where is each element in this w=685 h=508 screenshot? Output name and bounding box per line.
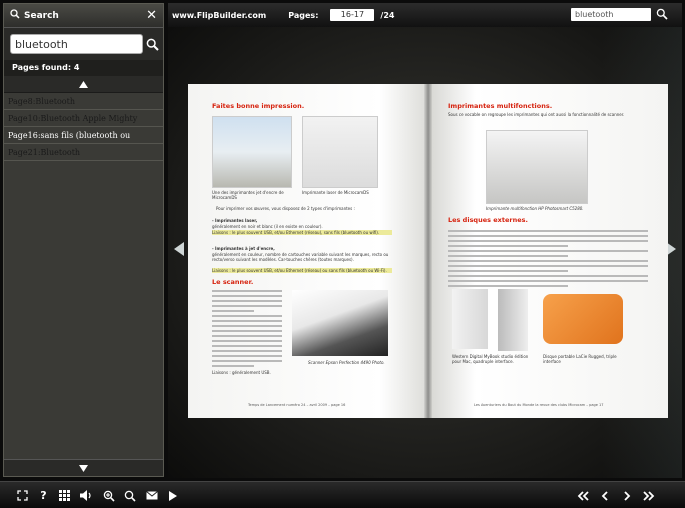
search-icon xyxy=(10,9,20,22)
fullscreen-icon[interactable] xyxy=(16,489,29,502)
scroll-down-button[interactable] xyxy=(4,459,163,476)
left-heading-1: Faites bonne impression. xyxy=(212,102,305,110)
mybook-drive-back-image xyxy=(498,289,528,351)
laser-bullet-title: - Imprimantes laser, xyxy=(212,218,258,223)
lacie-drive-image xyxy=(543,294,623,344)
last-page-icon[interactable] xyxy=(642,489,655,502)
brand-link[interactable]: www.FlipBuilder.com xyxy=(172,11,266,20)
drives-text-block xyxy=(448,230,648,290)
book-stage: Faites bonne impression. Une des imprima… xyxy=(168,27,682,478)
total-pages: /24 xyxy=(380,10,395,20)
sound-icon[interactable] xyxy=(80,489,93,502)
mybook-caption: Western Digital MyBook studio édition po… xyxy=(452,354,529,364)
scroll-up-button[interactable] xyxy=(4,76,163,93)
scanner-text-block xyxy=(212,290,282,370)
bottom-toolbar: ? xyxy=(0,481,685,508)
book-spine xyxy=(424,84,432,418)
thumbnails-icon[interactable] xyxy=(58,489,71,502)
right-heading-2: Les disques externes. xyxy=(448,216,528,224)
search-result-item[interactable]: Page10:Bluetooth Apple Mighty xyxy=(4,110,163,127)
mfp-intro: Sous ce vocable on regroupe les impriman… xyxy=(448,112,625,117)
inkjet-bullet-title: - Imprimantes à jet d'encre, xyxy=(212,246,275,251)
page-number-input[interactable]: 16-17 xyxy=(330,9,375,21)
left-heading-2: Le scanner. xyxy=(212,278,254,286)
laser-bullet-link: Liaisons : le plus souvent USB, et/ou Et… xyxy=(212,230,392,235)
zoom-in-icon[interactable] xyxy=(102,489,115,502)
pages-label: Pages: xyxy=(288,10,319,20)
help-icon[interactable]: ? xyxy=(37,489,50,502)
search-panel-header: Search ✕ xyxy=(4,4,163,28)
arrow-down-icon xyxy=(79,464,88,472)
mybook-drive-image xyxy=(452,289,488,349)
search-panel: Search ✕ Pages found: 4 Page8:Bluetooth … xyxy=(3,3,164,477)
right-heading-1: Imprimantes multifonctions. xyxy=(448,102,553,110)
mfp-caption: Imprimante multifonction HP Photosmart C… xyxy=(486,206,584,211)
laser-caption: Imprimante laser de MicrocamDS xyxy=(302,190,369,195)
email-icon[interactable] xyxy=(145,489,158,502)
scanner-caption: Scanner Epson Perfection 4490 Photo. xyxy=(308,360,385,365)
flipbook[interactable]: Faites bonne impression. Une des imprima… xyxy=(188,84,668,418)
top-search-input[interactable]: bluetooth xyxy=(571,8,651,21)
right-page-footer: Les Aventuriers du Bout du Monde la revu… xyxy=(474,403,604,407)
search-result-item[interactable]: Page8:Bluetooth xyxy=(4,93,163,110)
page-left[interactable]: Faites bonne impression. Une des imprima… xyxy=(188,84,428,418)
multifunction-printer-image xyxy=(486,130,588,204)
search-results-list: Page8:Bluetooth Page10:Bluetooth Apple M… xyxy=(4,93,163,161)
scanner-liaisons: Liaisons : généralement USB. xyxy=(212,370,271,375)
top-search-icon[interactable] xyxy=(656,8,668,20)
pages-found-label: Pages found: 4 xyxy=(4,60,163,76)
flipbook-viewer: Search ✕ Pages found: 4 Page8:Bluetooth … xyxy=(0,0,685,508)
previous-page-icon[interactable] xyxy=(598,489,611,502)
search-button[interactable] xyxy=(146,36,159,52)
inkjet-bullet-text: généralement en couleur, nombre de carto… xyxy=(212,252,389,262)
laser-bullet-text: généralement en noir et blanc (il en exi… xyxy=(212,224,323,229)
page-right[interactable]: Imprimantes multifonctions. Sous ce voca… xyxy=(428,84,668,418)
search-bar xyxy=(4,28,163,60)
previous-page-arrow[interactable] xyxy=(174,241,184,256)
arrow-up-icon xyxy=(79,80,88,88)
close-icon[interactable]: ✕ xyxy=(146,8,157,23)
left-page-footer: Temps de Lancement numéro 24 – avril 200… xyxy=(248,403,346,407)
first-page-icon[interactable] xyxy=(576,489,589,502)
search-toolbar-icon[interactable] xyxy=(123,489,136,502)
top-bar: www.FlipBuilder.com Pages: 16-17 /24 blu… xyxy=(168,3,682,27)
search-result-item[interactable]: Page16:sans fils (bluetooth ou xyxy=(4,127,163,144)
search-input[interactable] xyxy=(10,34,143,54)
inkjet-bullet-link: Liaisons : le plus souvent USB, et/ou Et… xyxy=(212,268,392,273)
autoplay-icon[interactable] xyxy=(166,489,179,502)
printer-intro: Pour imprimer vos œuvres, vous disposez … xyxy=(216,206,355,211)
next-page-icon[interactable] xyxy=(620,489,633,502)
search-result-item[interactable]: Page21:Bluetooth xyxy=(4,144,163,161)
inkjet-printer-image xyxy=(212,116,292,188)
lacie-caption: Disque portable LaCie Rugged, triple int… xyxy=(543,354,617,364)
scanner-image xyxy=(292,290,388,356)
laser-printer-image xyxy=(302,116,378,188)
search-panel-title: Search xyxy=(24,10,59,21)
inkjet-caption: Une des imprimantes jet d'encre de Micro… xyxy=(212,190,284,200)
